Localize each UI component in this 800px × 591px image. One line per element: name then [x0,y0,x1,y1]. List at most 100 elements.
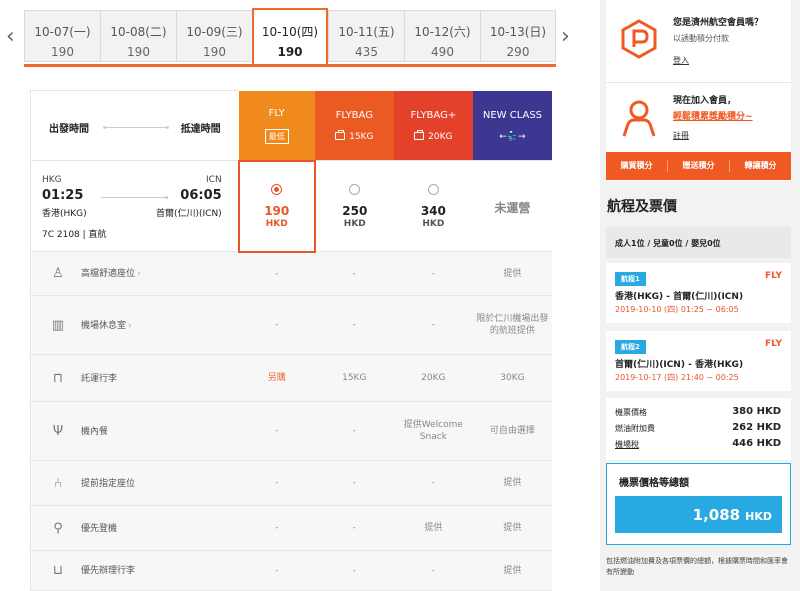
fare-currency: HKD [265,218,288,229]
service-value: - [314,550,394,591]
segment-card[interactable]: 航程1 FLY 香港(HKG) - 首爾(仁川)(ICN) 2019-10-10… [606,263,791,323]
departure-city: 香港(HKG) [42,209,87,219]
chevron-right-icon[interactable]: › [561,26,570,48]
service-label: ⚲ 優先登機 [29,505,239,551]
service-value: 另購 [238,354,315,402]
person-icon [622,100,656,137]
points-bar: 購買積分 贈送積分 轉讓積分 [606,152,791,180]
date-underline [24,64,556,67]
service-label[interactable]: ♙ 高檔舒適座位 › [29,251,239,296]
service-value: 提供 [472,460,552,506]
date-label: 10-08(二) [110,25,167,39]
service-value: 提供 [393,505,473,551]
service-value: 提供Welcome Snack [393,401,473,461]
radio-button[interactable] [271,183,283,195]
segment-badge: 航程2 [615,340,646,354]
login-link[interactable]: 登入 [673,55,689,66]
total-label: 機票價格等總額 [619,478,689,489]
seat-arrows-icon: ←💺→ [499,132,526,143]
radio-button[interactable] [427,183,439,195]
flight-info: HKG ICN 01:25 06:05 香港(HKG) 首爾(仁川)(ICN) … [29,160,239,252]
date-tab[interactable]: 10-08(二) 190 [100,10,176,62]
date-price: 435 [355,45,378,59]
arrival-city: 首爾(仁川)(ICN) [155,209,222,219]
segment-time: 2019-10-17 (四) 21:40 ~ 00:25 [615,373,739,382]
departure-time-label: 出發時間 [49,124,89,135]
service-name: 高檔舒適座位 [81,269,136,279]
segment-fare: FLY [765,339,782,349]
segment-route: 首爾(仁川)(ICN) - 香港(HKG) [615,360,744,370]
total-amount: 1,088 [692,506,741,524]
date-tab[interactable]: 10-07(一) 190 [24,10,100,62]
service-value: 30KG [472,354,552,402]
service-label: ⊔ 優先辦理行李 [29,550,239,591]
fare-price: 340 [420,203,446,218]
fare-header-new-class: NEW CLASS ←💺→ [472,90,552,161]
cost-label: 機票價格 [615,408,647,417]
lounge-icon: ▥ [51,317,65,333]
transfer-points-button[interactable]: 轉讓積分 [730,152,791,180]
date-price: 190 [51,45,74,59]
service-label[interactable]: ▥ 機場休息室 › [29,295,239,355]
radio-button[interactable] [349,183,361,195]
service-value: 20KG [393,354,473,402]
baggage-icon [414,130,425,141]
gift-points-button[interactable]: 贈送積分 [668,152,729,180]
service-value: - [314,295,394,355]
buy-points-button[interactable]: 購買積分 [606,152,667,180]
service-value: - [393,251,473,296]
date-tab[interactable]: 10-09(三) 190 [176,10,252,62]
total-box: 機票價格等總額 1,088 HKD [606,463,791,545]
date-tab[interactable]: 10-11(五) 435 [328,10,404,62]
flight-number: 7C 2108 | 直航 [42,230,107,240]
register-link[interactable]: 註冊 [673,130,689,141]
boarding-icon: ⚲ [53,520,63,536]
service-value: - [238,460,315,506]
seat-icon: ♙ [52,266,64,281]
service-value: - [393,550,473,591]
cost-label: 燃油附加費 [615,424,655,433]
service-value: 提供 [472,550,552,591]
service-value: 提供 [472,505,552,551]
segment-route: 香港(HKG) - 首爾(仁川)(ICN) [615,292,744,302]
fare-option-flybag[interactable]: 250 HKD [314,160,394,252]
cost-value: 262 HKD [732,422,781,433]
date-label: 10-13(日) [489,25,547,39]
fare-name: FLYBAG+ [410,110,457,122]
service-label: ⑃ 提前指定座位 [29,460,239,506]
service-value: - [314,401,394,461]
fare-price: 250 [342,203,368,218]
date-tab[interactable]: 10-12(六) 490 [404,10,480,62]
member-question: 您是濟州航空會員嗎？ [673,18,764,28]
fare-option-flybag-plus[interactable]: 340 HKD [393,160,473,252]
fare-option-fly[interactable]: 190 HKD [237,159,316,253]
departure-code: HKG [42,175,62,185]
date-strip: 10-07(一) 190 10-08(二) 190 10-09(三) 190 10-1… [24,8,556,66]
segment-card[interactable]: 航程2 FLY 首爾(仁川)(ICN) - 香港(HKG) 2019-10-17… [606,331,791,391]
service-value: - [238,401,315,461]
cost-value: 446 HKD [732,438,781,449]
service-value: - [238,251,315,296]
total-currency: HKD [745,510,772,523]
table-header-info: 出發時間 抵達時間 [29,90,239,161]
airport-tax-link[interactable]: 機場稅 [615,440,639,449]
date-price: 190 [127,45,150,59]
service-name: 提前指定座位 [81,478,136,489]
service-value: 可自由選擇 [472,401,552,461]
service-label: Ψ 機內餐 [29,401,239,461]
date-tab[interactable]: 10-13(日) 290 [480,10,556,62]
segment-time: 2019-10-10 (四) 01:25 ~ 06:05 [615,305,739,314]
service-name: 機內餐 [81,426,109,437]
fare-currency: HKD [343,218,366,229]
total-value: 1,088 HKD [615,496,782,533]
chevron-left-icon[interactable]: ‹ [6,26,15,48]
service-value: 提供 [472,251,552,296]
fare-table: 出發時間 抵達時間 FLY 最低 FLYBAG 15KG FLYBAG+ 20K… [29,90,552,591]
date-tab-active[interactable]: 10-10(四) 190 [252,8,328,64]
service-value: - [314,460,394,506]
priority-baggage-icon: ⊔ [52,563,64,578]
service-label: ⊓ 託運行李 [29,354,239,402]
service-value: - [314,505,394,551]
fare-header-flybag: FLYBAG 15KG [314,90,394,161]
not-operated-label: 未運營 [494,200,531,215]
